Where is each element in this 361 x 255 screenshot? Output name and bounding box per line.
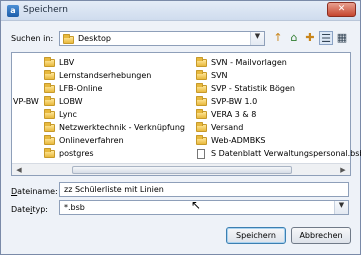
folder-icon <box>196 83 207 93</box>
folder-icon <box>44 109 55 119</box>
up-folder-icon[interactable]: ↑ <box>271 31 285 45</box>
app-icon: a <box>7 5 19 17</box>
new-folder-icon[interactable]: ✚ <box>303 31 317 45</box>
folder-icon <box>196 122 207 132</box>
look-in-value: Desktop <box>78 34 111 43</box>
folder-icon <box>44 70 55 80</box>
folder-icon <box>196 109 207 119</box>
folder-icon <box>196 70 207 80</box>
folder-icon <box>196 57 207 67</box>
scroll-right-icon[interactable]: ▶ <box>337 165 349 175</box>
folder-icon <box>63 34 74 44</box>
folder-icon <box>44 148 55 158</box>
filename-label: Dateiname: <box>11 187 58 196</box>
cancel-button[interactable]: Abbrechen <box>291 227 351 244</box>
filename-value: zz Schülerliste mit Linien <box>64 185 164 194</box>
folder-icon <box>196 135 207 145</box>
folder-icon <box>44 122 55 132</box>
horizontal-scrollbar[interactable]: ◀ ▶ <box>12 163 350 175</box>
chevron-down-icon[interactable]: ▼ <box>334 201 348 214</box>
mouse-cursor-icon: ↖ <box>191 198 202 212</box>
folder-icon <box>44 57 55 67</box>
list-view-icon[interactable]: ☰ <box>319 31 333 45</box>
document-icon <box>197 149 205 159</box>
look-in-combo[interactable]: Desktop ▼ <box>59 31 265 46</box>
folder-icon <box>44 83 55 93</box>
folder-icon <box>44 96 55 106</box>
look-in-label: Suchen in: <box>11 34 54 43</box>
chevron-down-icon[interactable]: ▼ <box>250 32 264 45</box>
close-button[interactable]: ✕ <box>327 2 356 17</box>
title-bar: a Speichern ✕ <box>1 1 360 21</box>
filename-input[interactable]: zz Schülerliste mit Linien <box>59 182 349 197</box>
folder-icon <box>44 135 55 145</box>
filetype-select[interactable]: *.bsb ▼ <box>59 200 349 215</box>
file-list[interactable]: VP-BW LBV Lernstandserhebungen LFB-Onlin… <box>11 52 361 176</box>
filetype-label: Dateityp: <box>11 205 49 214</box>
clipped-item-label: VP-BW <box>13 97 39 106</box>
save-dialog: a Speichern ✕ Suchen in: Desktop ▼ ↑ ⌂ ✚… <box>0 0 361 255</box>
folder-icon <box>196 96 207 106</box>
scroll-left-icon[interactable]: ◀ <box>13 165 25 175</box>
details-view-icon[interactable]: ▦ <box>335 31 349 45</box>
scrollbar-thumb[interactable] <box>72 166 292 174</box>
home-icon[interactable]: ⌂ <box>287 31 301 45</box>
filetype-value: *.bsb <box>64 203 85 212</box>
save-button[interactable]: Speichern <box>226 227 286 244</box>
window-title: Speichern <box>23 5 68 15</box>
